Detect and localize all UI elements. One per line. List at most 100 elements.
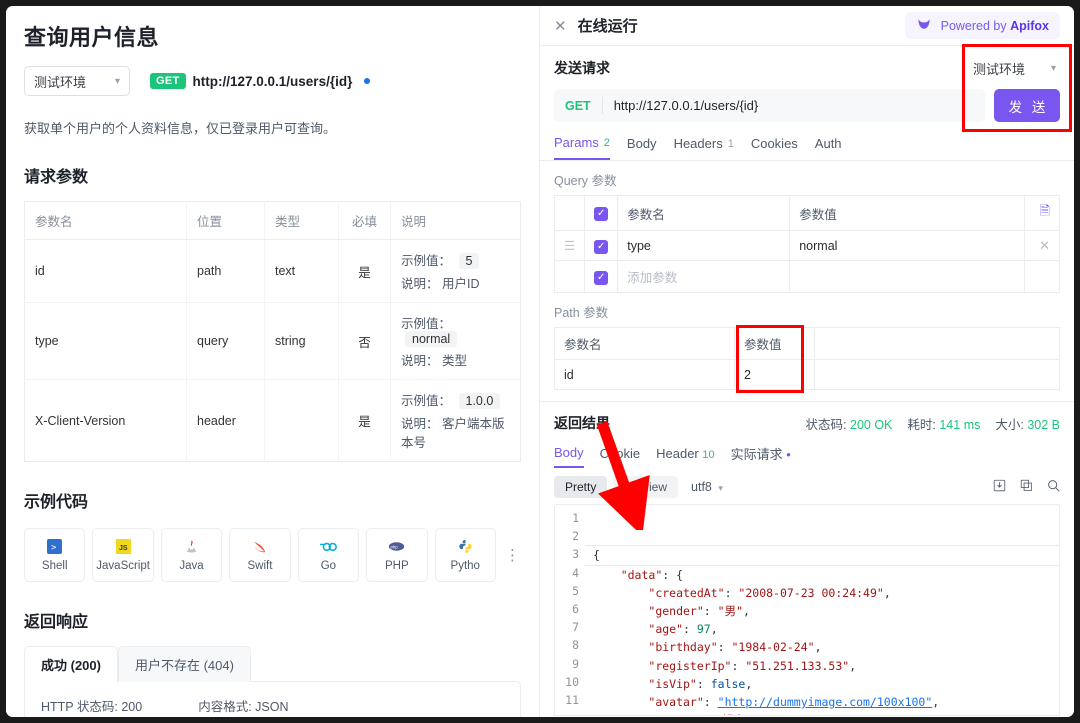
response-tab-success[interactable]: 成功 (200) xyxy=(24,646,118,682)
param-desc-line: 说明： 客户端本版本号 xyxy=(401,413,510,451)
lang-chip-php[interactable]: php PHP xyxy=(366,528,428,582)
lang-chip-swift[interactable]: Swift xyxy=(229,528,291,582)
encoding-select[interactable]: utf8 ▾ xyxy=(691,480,723,494)
run-panel-header: ✕ 在线运行 Powered by Apifox xyxy=(540,6,1074,46)
lang-chip-java[interactable]: Java xyxy=(160,528,223,582)
th-path-name: 参数名 xyxy=(554,327,735,360)
apifox-logo-icon xyxy=(916,16,932,35)
lang-chip-python[interactable]: Pytho xyxy=(434,528,496,582)
query-param-value[interactable] xyxy=(789,260,1026,293)
checkbox-icon[interactable]: ✓ xyxy=(594,239,609,254)
row-checkbox[interactable]: ✓ xyxy=(584,260,619,293)
powered-by-badge[interactable]: Powered by Apifox xyxy=(904,12,1060,39)
search-icon[interactable] xyxy=(1047,479,1060,495)
save-icon[interactable] xyxy=(993,479,1006,495)
tab-body[interactable]: Body xyxy=(627,136,657,159)
lang-chip-javascript[interactable]: JS JavaScript xyxy=(92,528,154,582)
close-icon[interactable]: ✕ xyxy=(554,17,567,35)
result-tab-cookie[interactable]: Cookie xyxy=(600,446,640,467)
param-type: string xyxy=(264,302,339,380)
code-line: "isVip": false, xyxy=(648,676,753,691)
lang-chip-shell[interactable]: > Shell xyxy=(24,528,86,582)
add-param-placeholder[interactable]: 添加参数 xyxy=(617,260,791,293)
stat-status: 状态码: 200 OK xyxy=(806,414,893,433)
api-doc-panel: 查询用户信息 测试环境 ▾ GET http://127.0.0.1/users… xyxy=(6,6,540,717)
tab-badge: 2 xyxy=(603,136,610,149)
table-header-row: 参数名 位置 类型 必填 说明 xyxy=(24,201,521,240)
param-example-line: 示例值： 5 xyxy=(401,250,510,269)
close-icon[interactable]: ✕ xyxy=(1039,238,1050,254)
more-vertical-icon[interactable]: ⋮ xyxy=(503,546,521,564)
http-status-label: HTTP 状态码: 200 xyxy=(41,700,143,714)
run-environment-select[interactable]: 测试环境 ▾ xyxy=(973,59,1060,78)
param-example-line: 示例值： 1.0.0 xyxy=(401,390,510,409)
table-row: id 2 xyxy=(554,359,1060,390)
response-tab-list: 成功 (200) 用户不存在 (404) xyxy=(24,646,521,682)
param-type: text xyxy=(264,239,339,303)
param-example-label: 示例值： xyxy=(401,394,452,408)
code-line: "avatar": "http://dummyimage.com/100x100… xyxy=(648,695,940,710)
row-remove xyxy=(1024,260,1060,293)
doc-environment-select[interactable]: 测试环境 ▾ xyxy=(24,66,130,96)
path-params-table: 参数名 参数值 id 2 xyxy=(554,327,1060,390)
result-tab-actual-request[interactable]: 实际请求 • xyxy=(731,444,791,469)
path-param-spacer xyxy=(814,359,1060,390)
powered-by-text: Powered by Apifox xyxy=(941,19,1049,33)
param-type xyxy=(264,379,339,462)
online-run-panel: ✕ 在线运行 Powered by Apifox 发送请求 测试环境 ▾ GET… xyxy=(540,6,1074,717)
param-example-value: 1.0.0 xyxy=(458,393,501,409)
tab-cookies[interactable]: Cookies xyxy=(751,136,798,159)
param-position: path xyxy=(186,239,265,303)
copy-icon[interactable] xyxy=(1020,479,1033,495)
pretty-toggle[interactable]: Pretty xyxy=(554,476,608,498)
query-param-value[interactable]: normal xyxy=(789,230,1026,261)
tab-params[interactable]: Params 2 xyxy=(554,135,610,160)
python-icon xyxy=(457,538,474,555)
code-line: "registerIp": "51.251.133.53", xyxy=(648,658,857,673)
th-select-all[interactable]: ✓ xyxy=(584,195,619,231)
request-url-input[interactable]: GET http://127.0.0.1/users/{id} xyxy=(554,89,985,122)
param-required: 否 xyxy=(338,302,391,380)
tab-headers[interactable]: Headers 1 xyxy=(674,136,734,159)
row-remove[interactable]: ✕ xyxy=(1024,230,1060,261)
svg-text:php: php xyxy=(391,545,399,550)
row-checkbox[interactable]: ✓ xyxy=(584,230,619,261)
response-tab-not-found[interactable]: 用户不存在 (404) xyxy=(117,646,251,682)
result-title: 返回结果 xyxy=(554,415,610,431)
run-panel-title: 在线运行 xyxy=(577,18,638,35)
response-detail-body: HTTP 状态码: 200 内容格式: JSON object {2} ▼ da… xyxy=(24,681,521,717)
lang-chip-go[interactable]: Go xyxy=(297,528,360,582)
query-param-name[interactable]: type xyxy=(617,230,791,261)
checkbox-icon[interactable]: ✓ xyxy=(594,207,609,221)
table-row: ✓ 添加参数 xyxy=(554,260,1060,293)
checkbox-icon[interactable]: ✓ xyxy=(594,270,609,285)
drag-placeholder xyxy=(554,260,586,293)
tab-auth[interactable]: Auth xyxy=(815,136,842,159)
doc-url-row: 测试环境 ▾ GET http://127.0.0.1/users/{id} xyxy=(24,66,521,96)
th-param-position: 位置 xyxy=(186,201,265,240)
param-desc-label: 说明： xyxy=(401,354,439,368)
response-body-code[interactable]: 1 2 3 4 5 6 7 8 9 10 11 { "data": { "cre… xyxy=(554,504,1060,716)
line-number: 9 xyxy=(572,656,579,671)
preview-toggle[interactable]: Preview xyxy=(613,476,679,498)
encoding-label: utf8 xyxy=(691,480,712,494)
table-row: ☰ ✓ type normal ✕ xyxy=(554,230,1060,261)
send-button[interactable]: 发 送 xyxy=(994,89,1060,122)
line-number: 11 xyxy=(565,693,579,708)
lang-label: Pytho xyxy=(450,560,480,572)
code-line: "createdAt": "2008-07-23 00:24:49", xyxy=(648,585,891,600)
result-header: 返回结果 状态码: 200 OK 耗时: 141 ms 大小: 302 B xyxy=(540,402,1074,433)
status-dot-icon xyxy=(364,78,371,84)
path-param-value[interactable]: 2 xyxy=(734,359,815,390)
result-tab-body[interactable]: Body xyxy=(554,445,584,468)
tab-badge: 1 xyxy=(727,137,734,150)
param-desc-label: 说明： xyxy=(401,417,439,431)
bulk-edit-icon[interactable]: 🗎 xyxy=(1040,202,1050,224)
lang-label: Swift xyxy=(247,560,273,572)
result-tab-header[interactable]: Header 10 xyxy=(656,446,715,467)
lang-label: Go xyxy=(320,560,337,572)
drag-handle-icon[interactable]: ☰ xyxy=(554,230,586,261)
stat-value: 141 ms xyxy=(939,417,981,432)
th-bulk-edit[interactable]: 🗎 xyxy=(1024,195,1060,231)
param-required: 是 xyxy=(338,379,391,462)
